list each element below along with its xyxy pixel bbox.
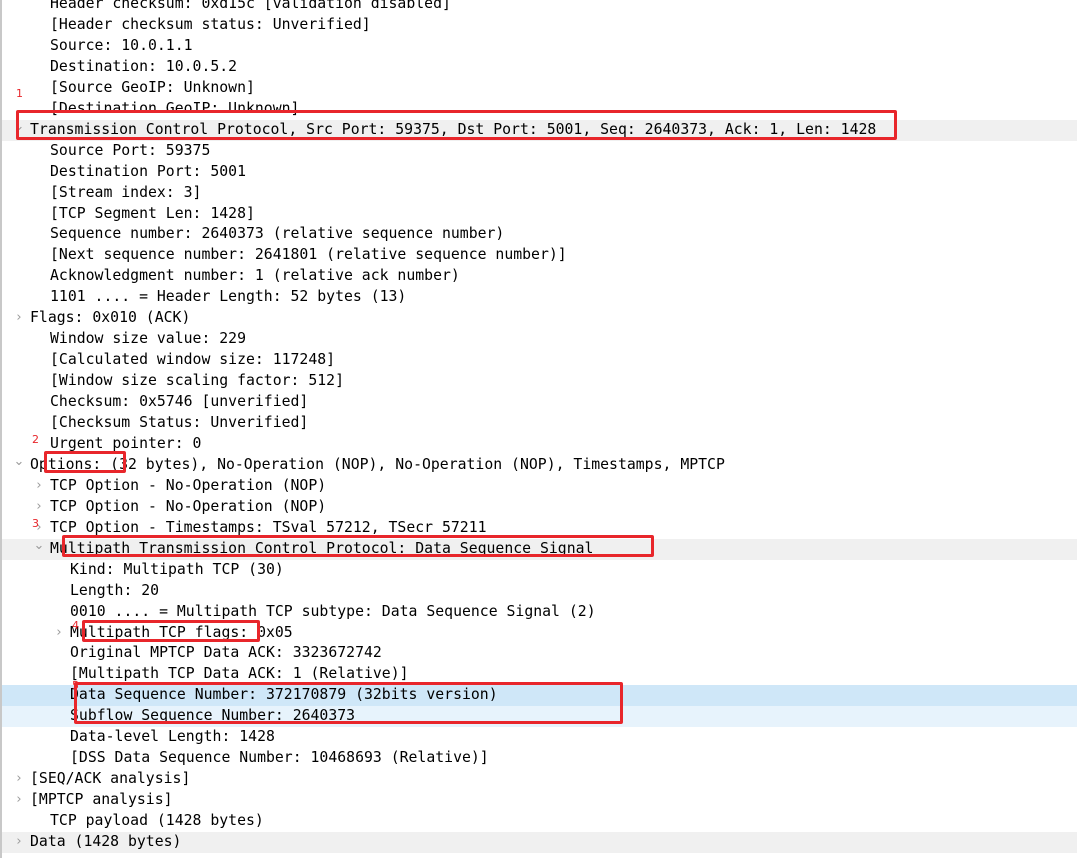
annotation-number: 2 [32,433,39,446]
chevron-right-icon[interactable] [30,476,48,497]
tree-row-label: Transmission Control Protocol, Src Port:… [30,120,877,138]
tree-row-label: Kind: Multipath TCP (30) [70,560,284,578]
tree-row-label: Data (1428 bytes) [30,833,182,850]
tree-row-label: Data-level Length: 1428 [70,728,275,746]
chevron-down-icon[interactable] [10,455,28,476]
tree-row-label: TCP payload (1428 bytes) [50,812,264,830]
tree-row[interactable]: Data-level Length: 1428 [2,727,1077,748]
tree-row[interactable]: Checksum: 0x5746 [unverified] [2,392,1077,413]
tree-row-label: [Multipath TCP Data ACK: 1 (Relative)] [70,665,409,683]
packet-details-tree[interactable]: Header checksum: 0xd15c [validation disa… [0,0,1077,858]
tree-row[interactable]: TCP Option - Timestamps: TSval 57212, TS… [2,518,1077,539]
tree-row-label: Flags: 0x010 (ACK) [30,309,191,327]
tree-row-label: TCP Option - Timestamps: TSval 57212, TS… [50,518,487,536]
tree-row-label: Source: 10.0.1.1 [50,36,193,54]
tree-row[interactable]: [Stream index: 3] [2,183,1077,204]
tree-row-label: Source Port: 59375 [50,141,211,159]
tree-row[interactable]: Data (1428 bytes) [2,832,1077,853]
tree-row-label: Multipath Transmission Control Protocol:… [50,539,594,557]
tree-row[interactable]: [Calculated window size: 117248] [2,350,1077,371]
tree-row-label: Original MPTCP Data ACK: 3323672742 [70,644,382,662]
tree-row[interactable]: Sequence number: 2640373 (relative seque… [2,224,1077,245]
tree-row[interactable]: TCP payload (1428 bytes) [2,811,1077,832]
tree-row[interactable]: Destination Port: 5001 [2,162,1077,183]
tree-row[interactable]: Kind: Multipath TCP (30) [2,560,1077,581]
tree-row-label: [Next sequence number: 2641801 (relative… [50,246,567,264]
tree-row[interactable]: Length: 20 [2,581,1077,602]
tree-row-label: [SEQ/ACK analysis] [30,770,191,788]
tree-row[interactable]: 0010 .... = Multipath TCP subtype: Data … [2,602,1077,623]
tree-row[interactable]: [MPTCP analysis] [2,790,1077,811]
tree-row-label: Destination Port: 5001 [50,162,246,180]
tree-row[interactable]: Data Sequence Number: 372170879 (32bits … [2,685,1077,707]
tree-row-label: 0010 .... = Multipath TCP subtype: Data … [70,602,596,620]
tree-row[interactable]: 1101 .... = Header Length: 52 bytes (13) [2,287,1077,308]
annotation-number: 3 [32,517,39,530]
tree-row[interactable]: [Destination GeoIP: Unknown] [2,99,1077,120]
tree-row[interactable]: [Multipath TCP Data ACK: 1 (Relative)] [2,664,1077,685]
chevron-down-icon[interactable] [10,120,28,141]
tree-row[interactable]: Options: (32 bytes), No-Operation (NOP),… [2,455,1077,476]
tree-row[interactable]: Multipath TCP flags: 0x05 [2,623,1077,644]
tree-row-label: [Checksum Status: Unverified] [50,414,309,431]
tree-row-label: TCP Option - No-Operation (NOP) [50,497,327,515]
tree-row-label: [DSS Data Sequence Number: 10468693 (Rel… [70,749,489,767]
tree-row-label: Acknowledgment number: 1 (relative ack n… [50,267,460,285]
tree-row[interactable]: Source: 10.0.1.1 [2,36,1077,57]
tree-row-label: [Header checksum status: Unverified] [50,15,371,33]
tree-row-label: Checksum: 0x5746 [unverified] [50,393,309,411]
tree-row-label: [TCP Segment Len: 1428] [50,204,255,222]
tree-row-label: Options: (32 bytes), No-Operation (NOP),… [30,455,725,473]
tree-row[interactable]: Urgent pointer: 0 [2,434,1077,455]
tree-row-label: Data Sequence Number: 372170879 (32bits … [70,686,498,704]
chevron-right-icon[interactable] [10,832,28,853]
tree-row[interactable]: [DSS Data Sequence Number: 10468693 (Rel… [2,748,1077,769]
tree-row[interactable]: TCP Option - No-Operation (NOP) [2,476,1077,497]
tree-row-label: TCP Option - No-Operation (NOP) [50,476,327,494]
tree-row[interactable]: [Source GeoIP: Unknown] [2,78,1077,99]
chevron-down-icon[interactable] [30,539,48,560]
tree-row-label: [Source GeoIP: Unknown] [50,78,255,96]
tree-row[interactable]: Acknowledgment number: 1 (relative ack n… [2,266,1077,287]
tree-row[interactable]: Destination: 10.0.5.2 [2,57,1077,78]
tree-row[interactable]: Header checksum: 0xd15c [validation disa… [2,0,1077,15]
tree-row-label: Header checksum: 0xd15c [validation disa… [50,0,451,12]
tree-row[interactable]: [Header checksum status: Unverified] [2,15,1077,36]
tree-row-label: Length: 20 [70,581,160,599]
tree-row-label: Multipath TCP flags: 0x05 [70,623,293,641]
chevron-right-icon[interactable] [10,308,28,329]
tree-row-label: Window size value: 229 [50,330,246,348]
chevron-right-icon[interactable] [10,769,28,790]
tree-row-label: Destination: 10.0.5.2 [50,57,238,75]
tree-row-label: [MPTCP analysis] [30,791,173,809]
tree-row-label: [Destination GeoIP: Unknown] [50,99,300,117]
tree-row[interactable]: [SEQ/ACK analysis] [2,769,1077,790]
chevron-right-icon[interactable] [10,790,28,811]
tree-row[interactable]: [Checksum Status: Unverified] [2,413,1077,434]
tree-row-label: [Window size scaling factor: 512] [50,372,344,390]
tree-row-label: [Stream index: 3] [50,183,202,201]
tree-row[interactable]: TCP Option - No-Operation (NOP) [2,497,1077,518]
annotation-number: 4 [72,619,79,632]
tree-row[interactable]: Original MPTCP Data ACK: 3323672742 [2,643,1077,664]
tree-row[interactable]: Flags: 0x010 (ACK) [2,308,1077,329]
tree-row[interactable]: Transmission Control Protocol, Src Port:… [2,119,1077,141]
tree-row[interactable]: [Window size scaling factor: 512] [2,371,1077,392]
tree-row[interactable]: Subflow Sequence Number: 2640373 [2,706,1077,728]
annotation-number: 5 [72,679,79,692]
tree-row[interactable]: Multipath Transmission Control Protocol:… [2,538,1077,560]
tree-row-label: Sequence number: 2640373 (relative seque… [50,225,505,243]
tree-row[interactable]: [Next sequence number: 2641801 (relative… [2,245,1077,266]
tree-row-label: Subflow Sequence Number: 2640373 [70,707,356,725]
tree-row[interactable]: Window size value: 229 [2,329,1077,350]
tree-row[interactable]: [TCP Segment Len: 1428] [2,204,1077,225]
tree-row[interactable]: Source Port: 59375 [2,141,1077,162]
tree-row-label: 1101 .... = Header Length: 52 bytes (13) [50,288,407,306]
annotation-number: 1 [16,87,23,100]
tree-row-label: [Calculated window size: 117248] [50,351,336,369]
tree-row-label: Urgent pointer: 0 [50,434,202,452]
chevron-right-icon[interactable] [50,623,68,644]
chevron-right-icon[interactable] [30,497,48,518]
